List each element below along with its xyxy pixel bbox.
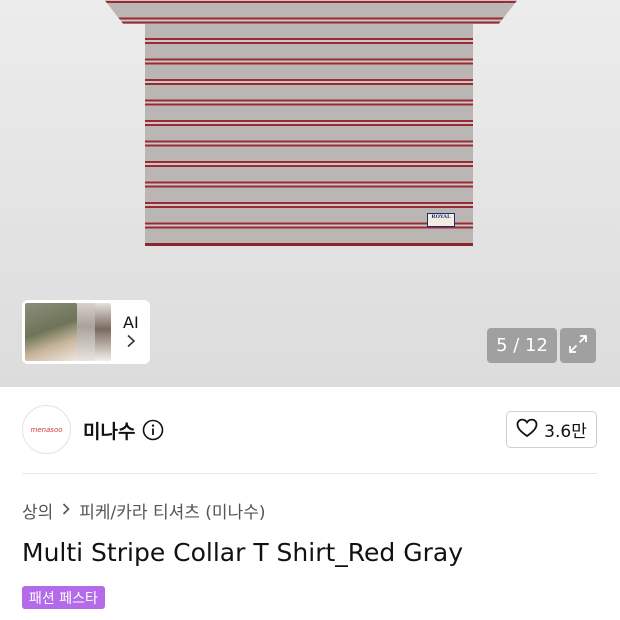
product-title: Multi Stripe Collar T Shirt_Red Gray (22, 538, 464, 567)
breadcrumb-item-subcategory[interactable]: 피케/카라 티셔츠 (미나수) (79, 498, 265, 523)
expand-icon (567, 333, 589, 359)
ai-styling-card[interactable]: AI (22, 300, 150, 364)
image-counter: 5 / 12 (487, 328, 557, 363)
like-count: 3.6만 (544, 422, 587, 442)
breadcrumb-item-category[interactable]: 상의 (22, 498, 53, 523)
brand-name[interactable]: 미나수 (83, 417, 135, 444)
brand-logo[interactable]: menasoo (22, 405, 71, 454)
like-button[interactable]: 3.6만 (506, 411, 597, 448)
expand-button[interactable] (560, 328, 596, 363)
product-image (145, 0, 473, 246)
chevron-right-icon (125, 334, 137, 352)
divider (22, 473, 597, 474)
brand-row: menasoo 미나수 3.6만 (22, 405, 597, 457)
promo-badge[interactable]: 패션 페스타 (22, 586, 105, 609)
ai-thumbnails (25, 303, 115, 361)
info-icon[interactable] (142, 419, 164, 441)
product-image-gallery[interactable]: ROYAL AI 5 / 12 (0, 0, 620, 387)
ai-label: AI (123, 312, 139, 332)
chevron-right-icon (61, 501, 71, 521)
ai-thumbnail (25, 303, 77, 361)
shirt-label-tag: ROYAL (427, 213, 455, 227)
breadcrumb: 상의 피케/카라 티셔츠 (미나수) (22, 498, 265, 523)
heart-icon (516, 418, 538, 442)
